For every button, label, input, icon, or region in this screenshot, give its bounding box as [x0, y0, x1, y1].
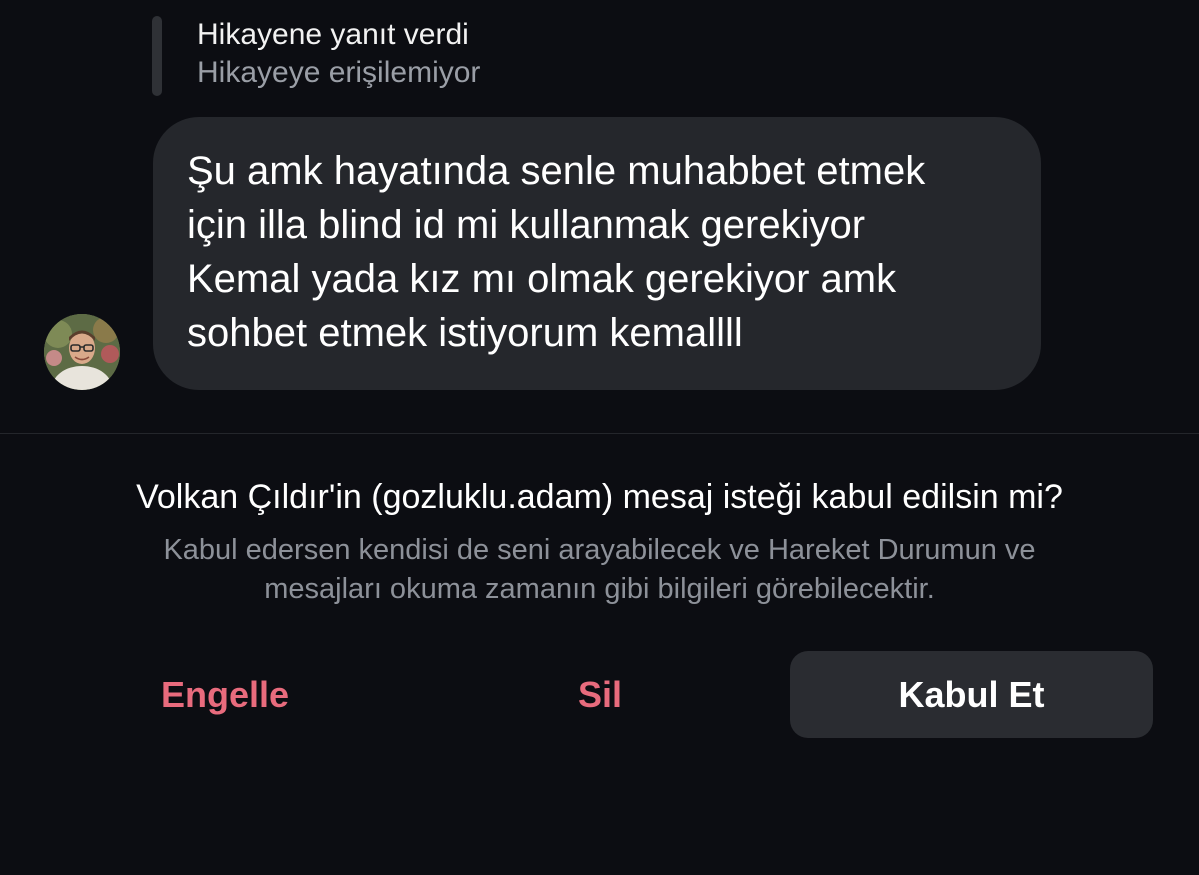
avatar-photo — [44, 314, 120, 390]
block-button[interactable]: Engelle — [60, 651, 390, 738]
story-reply-title: Hikayene yanıt verdi — [197, 18, 469, 51]
story-unavailable-text: Hikayeye erişilemiyor — [197, 56, 481, 89]
description-line: mesajları okuma zamanın gibi bilgileri g… — [264, 573, 935, 605]
message-line: Şu amk hayatında senle muhabbet etmek — [187, 149, 926, 193]
accept-button[interactable]: Kabul Et — [790, 651, 1153, 738]
message-request-title: Volkan Çıldır'in (gozluklu.adam) mesaj i… — [136, 478, 1063, 516]
message-line: Kemal yada kız mı olmak gerekiyor amk — [187, 257, 897, 301]
message-line: için illa blind id mi kullanmak gerekiyo… — [187, 203, 866, 247]
message-bubble[interactable]: Şu amk hayatında senle muhabbet etmek iç… — [153, 117, 1041, 390]
sender-avatar[interactable] — [44, 314, 120, 390]
message-line: sohbet etmek istiyorum kemallll — [187, 311, 743, 355]
story-reply-bar — [152, 16, 162, 96]
description-line: Kabul edersen kendisi de seni arayabilec… — [163, 534, 1036, 566]
message-request-description: Kabul edersen kendisi de seni arayabilec… — [60, 531, 1139, 609]
delete-button[interactable]: Sil — [435, 651, 765, 738]
divider — [0, 433, 1199, 434]
